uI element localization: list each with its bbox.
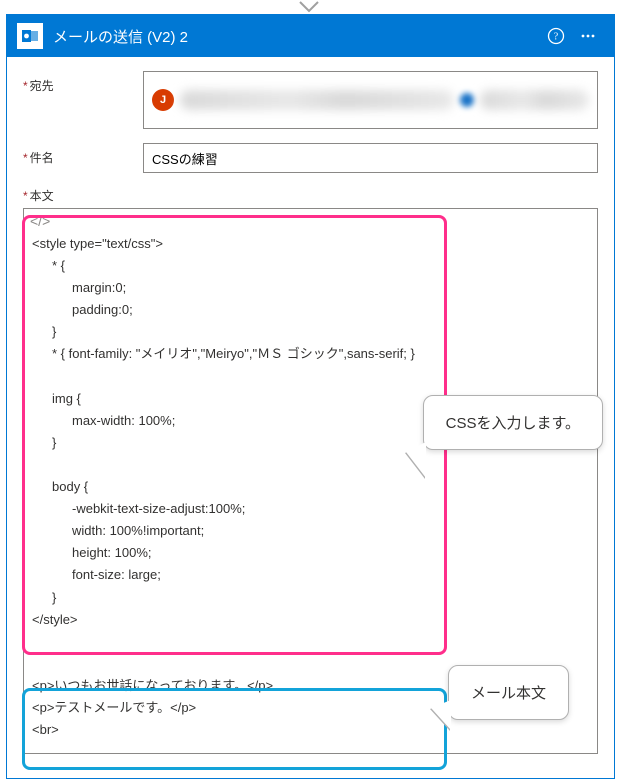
code-line: -webkit-text-size-adjust:100%; — [32, 498, 589, 520]
recipient-redacted — [180, 90, 454, 110]
subject-row: 件名 — [23, 143, 598, 173]
recipient-redacted-dot — [460, 93, 474, 107]
code-line: } — [32, 321, 589, 343]
code-line: <br> — [32, 719, 589, 741]
to-field[interactable]: J — [143, 71, 598, 129]
code-line: margin:0; — [32, 277, 589, 299]
code-line: height: 100%; — [32, 542, 589, 564]
card-title: メールの送信 (V2) 2 — [53, 26, 540, 47]
help-icon[interactable]: ? — [540, 20, 572, 52]
card-header[interactable]: メールの送信 (V2) 2 ? — [7, 15, 614, 57]
code-line: } — [32, 587, 589, 609]
code-view-toggle-icon[interactable]: </> — [24, 209, 56, 233]
outlook-icon — [17, 23, 43, 49]
callout-css-hint: CSSを入力します。 — [423, 395, 603, 450]
subject-input[interactable] — [143, 143, 598, 173]
to-row: 宛先 J — [23, 71, 598, 129]
code-line — [32, 631, 589, 653]
subject-label: 件名 — [23, 143, 143, 166]
code-line: * { — [32, 255, 589, 277]
code-line: </style> — [32, 609, 589, 631]
code-line — [32, 366, 589, 388]
callout-text: メール本文 — [471, 685, 546, 702]
callout-text: CSSを入力します。 — [446, 415, 580, 432]
more-icon[interactable] — [572, 20, 604, 52]
code-line: body { — [32, 476, 589, 498]
code-line: * { font-family: "メイリオ","Meiryo","ＭＳ ゴシッ… — [32, 343, 589, 365]
svg-text:?: ? — [554, 32, 559, 43]
code-line: padding:0; — [32, 299, 589, 321]
code-line: <style type="text/css"> — [32, 233, 589, 255]
code-line: width: 100%!important; — [32, 520, 589, 542]
code-line — [32, 454, 589, 476]
avatar: J — [152, 89, 174, 111]
body-label: 本文 — [23, 187, 143, 204]
to-label: 宛先 — [23, 71, 143, 94]
code-line: font-size: large; — [32, 564, 589, 586]
callout-body-hint: メール本文 — [448, 665, 569, 720]
recipient-redacted — [480, 90, 589, 110]
